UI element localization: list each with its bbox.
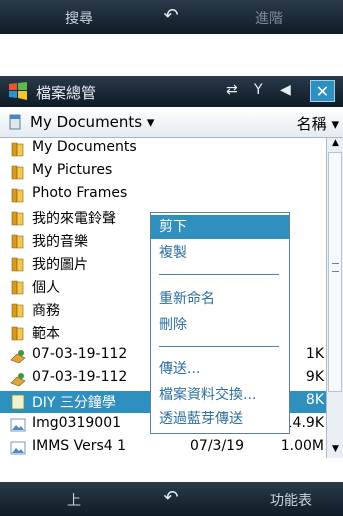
file-name: DIY 三分鐘學 [32, 395, 116, 411]
current-folder-label: My Documents [30, 113, 143, 131]
connectivity-icon[interactable]: ⇄ [226, 82, 238, 98]
folder-icon [10, 233, 26, 249]
sound-file-icon [10, 371, 26, 387]
folder-icon [10, 256, 26, 272]
file-name: My Pictures [32, 162, 113, 178]
folder-icon [10, 187, 26, 203]
file-name: 商務 [32, 303, 60, 319]
scrollbar[interactable]: ▲ ▼ [326, 138, 343, 458]
file-name: 07-03-19-112 [32, 346, 128, 362]
folder-dropdown[interactable]: My Documents ▾ [30, 113, 154, 131]
menu-item-copy[interactable]: 複製 [151, 241, 289, 265]
file-name: 個人 [32, 280, 60, 296]
menu-item-send[interactable]: 傳送... [151, 357, 289, 381]
document-icon [9, 114, 21, 130]
folder-icon [10, 210, 26, 226]
softkey-search[interactable]: 搜尋 [65, 8, 93, 28]
scroll-thumb[interactable] [328, 152, 342, 392]
file-row[interactable]: Photo Frames [0, 184, 326, 206]
scroll-down-arrow-icon[interactable]: ▼ [327, 444, 343, 458]
file-size: 1.00M [280, 438, 324, 454]
image-file-icon [10, 417, 26, 433]
file-size: 8K [305, 392, 324, 408]
sort-dropdown[interactable]: 名稱 ▾ [297, 113, 339, 134]
file-row[interactable]: IMMS Vers4 1 07/3/19 1.00M [0, 437, 326, 459]
file-name: 我的音樂 [32, 234, 88, 250]
file-name: Photo Frames [32, 185, 128, 201]
bottom-softkey-bar: 上 ↶ 功能表 [0, 482, 343, 516]
menu-separator [159, 274, 279, 275]
file-name: Img0319001 [32, 415, 122, 431]
folder-icon [10, 141, 26, 157]
file-name: IMMS Vers4 1 [32, 438, 127, 454]
file-row[interactable]: My Documents [0, 138, 326, 160]
app-title: 檔案總管 [36, 84, 97, 102]
softkey-menu[interactable]: 功能表 [270, 490, 312, 510]
menu-item-bluetooth-send[interactable]: 透過藍芽傳送 [151, 407, 289, 431]
folder-icon [10, 325, 26, 341]
menu-separator [159, 346, 279, 347]
top-softkey-bar: 搜尋 ↶ 進階 [0, 0, 343, 34]
title-bar: 檔案總管 ⇄ Y ◀ ✕ [0, 76, 343, 107]
menu-item-cut[interactable]: 剪下 [151, 215, 289, 239]
grip-icon [332, 263, 339, 272]
file-name: 範本 [32, 326, 60, 342]
volume-icon[interactable]: ◀ [280, 82, 291, 98]
sort-label: 名稱 [296, 115, 327, 133]
image-file-icon [10, 440, 26, 456]
file-size: 1K [305, 346, 324, 362]
menu-item-delete[interactable]: 刪除 [151, 313, 289, 337]
folder-bar: My Documents ▾ 名稱 ▾ [0, 107, 343, 138]
file-date: 07/3/19 [190, 438, 244, 454]
signal-off-icon[interactable]: Y [254, 82, 263, 98]
close-button[interactable]: ✕ [310, 80, 335, 102]
menu-item-rename[interactable]: 重新命名 [151, 287, 289, 311]
file-row[interactable]: My Pictures [0, 161, 326, 183]
file-size: 9K [305, 369, 324, 385]
menu-item-beam-exchange[interactable]: 檔案資料交換... [151, 383, 289, 407]
back-icon[interactable]: ↶ [157, 5, 185, 29]
context-menu: 剪下 複製 重新命名 刪除 傳送... 檔案資料交換... 透過藍芽傳送 [150, 212, 290, 434]
windows-start-icon[interactable] [7, 80, 29, 102]
file-name: 07-03-19-112 [32, 369, 128, 385]
file-name: 我的來電鈴聲 [32, 211, 116, 227]
softkey-up[interactable]: 上 [67, 490, 81, 510]
sound-file-icon [10, 348, 26, 364]
folder-icon [10, 164, 26, 180]
chevron-down-icon: ▾ [331, 115, 339, 133]
back-icon[interactable]: ↶ [157, 487, 185, 511]
scroll-up-arrow-icon[interactable]: ▲ [327, 138, 343, 152]
folder-icon [10, 279, 26, 295]
chevron-down-icon: ▾ [146, 113, 155, 131]
folder-icon [10, 302, 26, 318]
softkey-advanced[interactable]: 進階 [255, 8, 283, 28]
file-name: My Documents [32, 139, 137, 155]
document-icon [10, 394, 26, 410]
file-name: 我的圖片 [32, 257, 88, 273]
